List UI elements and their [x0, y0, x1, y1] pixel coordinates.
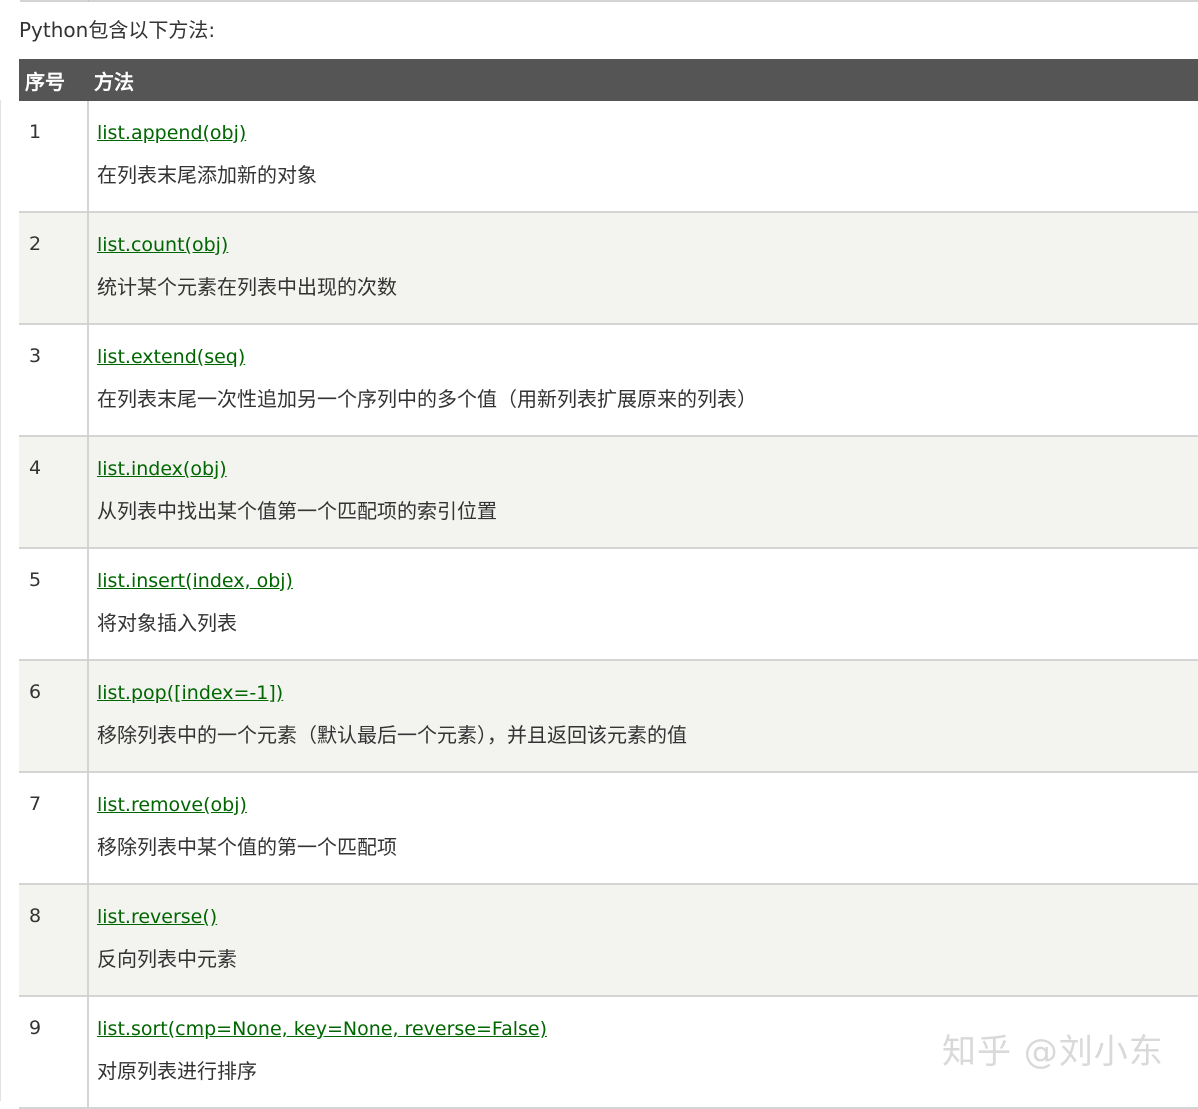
method-cell: list.reverse() 反向列表中元素 — [88, 884, 1198, 997]
row-number: 8 — [19, 884, 89, 997]
row-number: 4 — [19, 436, 89, 549]
row-number: 2 — [19, 212, 89, 325]
left-border — [0, 100, 1, 1101]
row-number: 7 — [19, 772, 89, 885]
table-row: 1 list.append(obj) 在列表末尾添加新的对象 — [19, 101, 1198, 213]
table-row: 6 list.pop([index=-1]) 移除列表中的一个元素（默认最后一个… — [19, 660, 1198, 773]
top-divider — [20, 0, 1198, 2]
methods-table: 序号 方法 1 list.append(obj) 在列表末尾添加新的对象 2 l… — [19, 59, 1198, 1109]
method-link-index[interactable]: list.index(obj) — [97, 456, 1198, 482]
table-row: 4 list.index(obj) 从列表中找出某个值第一个匹配项的索引位置 — [19, 436, 1198, 549]
table-row: 7 list.remove(obj) 移除列表中某个值的第一个匹配项 — [19, 772, 1198, 885]
row-number: 6 — [19, 660, 89, 773]
method-description: 将对象插入列表 — [97, 611, 237, 635]
row-number: 1 — [19, 101, 89, 213]
table-row: 3 list.extend(seq) 在列表末尾一次性追加另一个序列中的多个值（… — [19, 324, 1198, 437]
method-description: 移除列表中的一个元素（默认最后一个元素），并且返回该元素的值 — [97, 723, 687, 747]
table-row: 5 list.insert(index, obj) 将对象插入列表 — [19, 548, 1198, 661]
row-number: 5 — [19, 548, 89, 661]
table-row: 2 list.count(obj) 统计某个元素在列表中出现的次数 — [19, 212, 1198, 325]
method-link-count[interactable]: list.count(obj) — [97, 232, 1198, 258]
method-cell: list.extend(seq) 在列表末尾一次性追加另一个序列中的多个值（用新… — [88, 324, 1198, 437]
method-cell: list.append(obj) 在列表末尾添加新的对象 — [88, 101, 1198, 213]
method-description: 在列表末尾一次性追加另一个序列中的多个值（用新列表扩展原来的列表） — [97, 387, 757, 411]
row-number: 9 — [19, 996, 89, 1109]
method-cell: list.pop([index=-1]) 移除列表中的一个元素（默认最后一个元素… — [88, 660, 1198, 773]
header-method: 方法 — [88, 59, 1198, 101]
method-description: 统计某个元素在列表中出现的次数 — [97, 275, 397, 299]
method-description: 反向列表中元素 — [97, 947, 237, 971]
method-link-extend[interactable]: list.extend(seq) — [97, 344, 1198, 370]
zhihu-watermark: 知乎 @刘小东 — [942, 1032, 1164, 1072]
header-number: 序号 — [19, 59, 88, 101]
method-cell: list.insert(index, obj) 将对象插入列表 — [88, 548, 1198, 661]
method-link-append[interactable]: list.append(obj) — [97, 120, 1198, 146]
method-cell: list.count(obj) 统计某个元素在列表中出现的次数 — [88, 212, 1198, 325]
method-link-remove[interactable]: list.remove(obj) — [97, 792, 1198, 818]
table-header-row: 序号 方法 — [19, 59, 1198, 101]
method-link-insert[interactable]: list.insert(index, obj) — [97, 568, 1198, 594]
method-description: 从列表中找出某个值第一个匹配项的索引位置 — [97, 499, 497, 523]
method-link-reverse[interactable]: list.reverse() — [97, 904, 1198, 930]
method-description: 在列表末尾添加新的对象 — [97, 163, 317, 187]
table-row: 8 list.reverse() 反向列表中元素 — [19, 884, 1198, 997]
intro-text: Python包含以下方法: — [19, 18, 216, 42]
row-number: 3 — [19, 324, 89, 437]
method-cell: list.index(obj) 从列表中找出某个值第一个匹配项的索引位置 — [88, 436, 1198, 549]
method-link-pop[interactable]: list.pop([index=-1]) — [97, 680, 1198, 706]
method-description: 移除列表中某个值的第一个匹配项 — [97, 835, 397, 859]
method-cell: list.remove(obj) 移除列表中某个值的第一个匹配项 — [88, 772, 1198, 885]
